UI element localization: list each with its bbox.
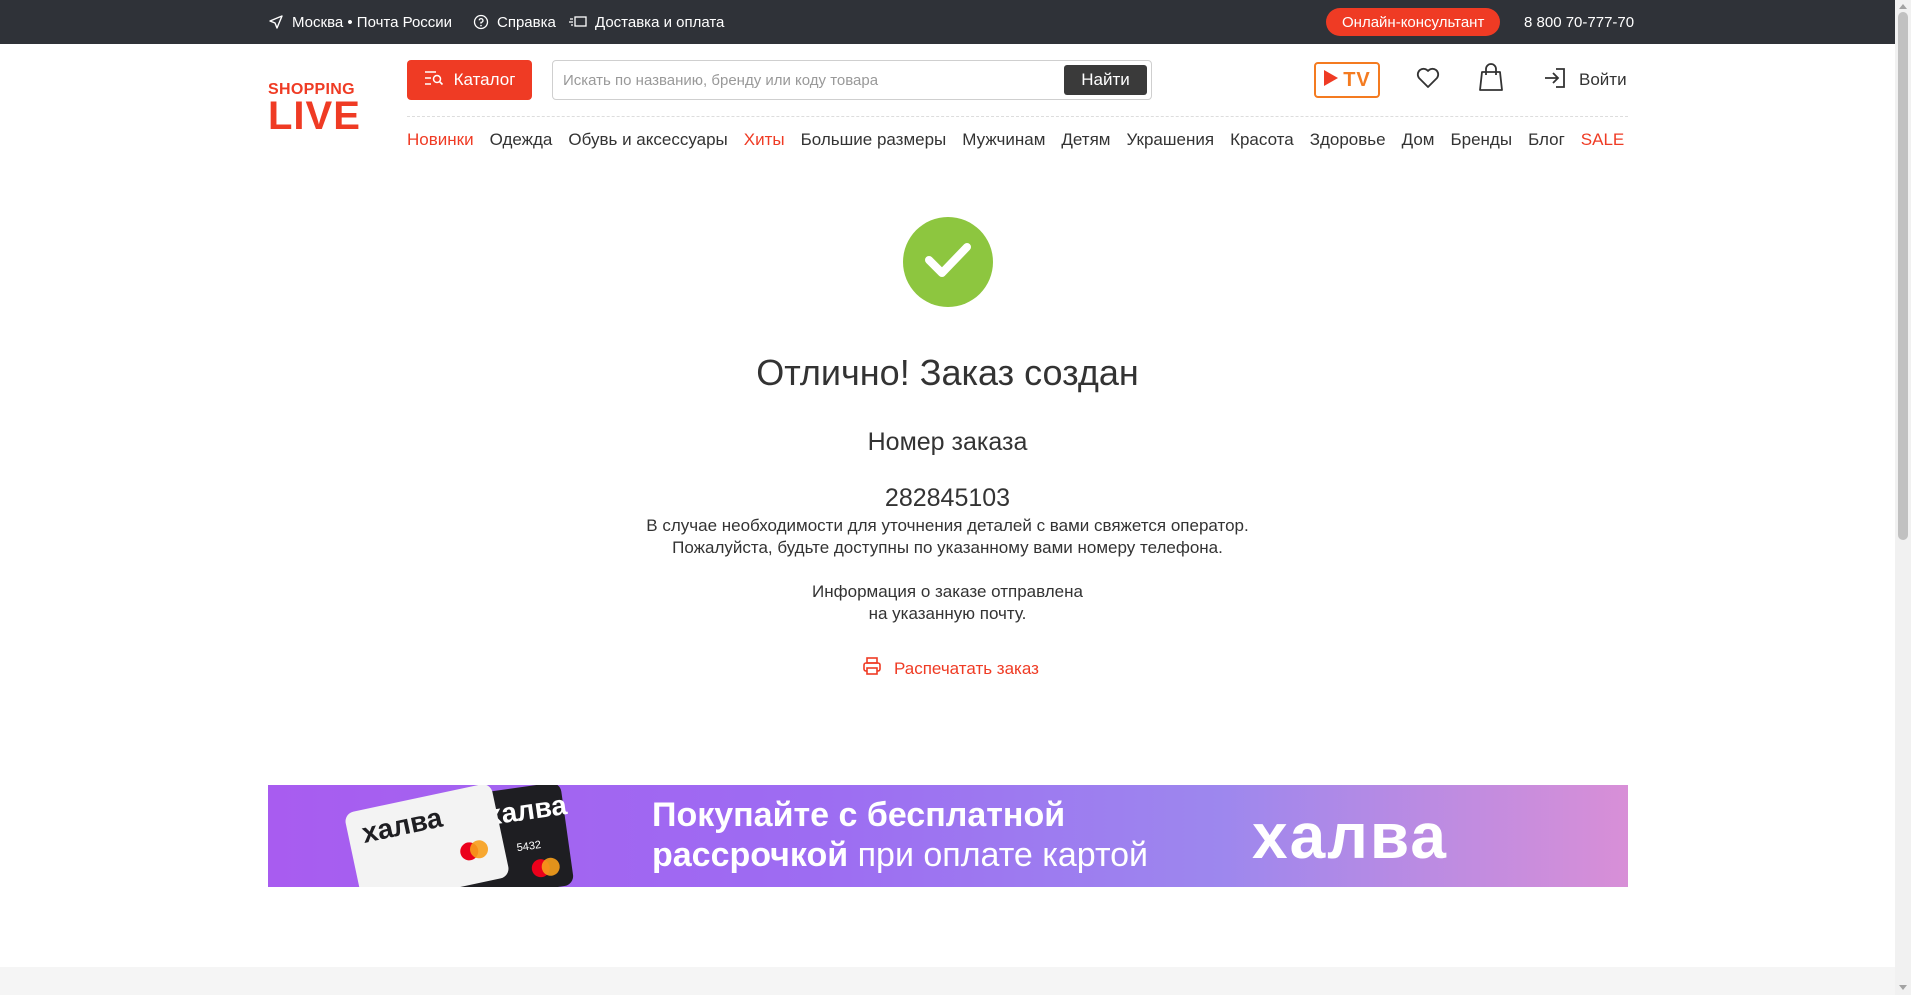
print-order-link[interactable]: Распечатать заказ <box>862 656 1039 681</box>
heart-icon <box>1416 67 1440 94</box>
nav-item-2[interactable]: Обувь и аксессуары <box>568 130 727 150</box>
location-selector[interactable]: Москва • Почта России <box>268 0 452 44</box>
page-title: Отлично! Заказ создан <box>756 352 1139 393</box>
nav-item-3[interactable]: Хиты <box>744 130 785 150</box>
printer-icon <box>862 656 882 681</box>
info-line-1: В случае необходимости для уточнения дет… <box>646 516 1249 535</box>
banner-bold-line1: Покупайте с бесплатной <box>652 796 1066 834</box>
card-brand-text-front: халва <box>359 801 446 849</box>
top-bar: Москва • Почта России Справка Доставка и… <box>0 0 1895 44</box>
help-link[interactable]: Справка <box>473 0 556 44</box>
nav-item-8[interactable]: Красота <box>1230 130 1294 150</box>
order-number-label: Номер заказа <box>867 428 1028 456</box>
halva-promo-banner[interactable]: халва 5432 халва Покупайте с бесплатной … <box>268 785 1628 887</box>
nav-item-6[interactable]: Детям <box>1061 130 1110 150</box>
tv-button[interactable]: TV <box>1314 62 1380 98</box>
halva-brand-logo: халва <box>1252 800 1448 872</box>
banner-bold-line2: рассрочкой <box>652 836 849 874</box>
location-arrow-icon <box>268 14 284 30</box>
help-label: Справка <box>497 13 556 31</box>
online-consultant-button[interactable]: Онлайн-консультант <box>1326 8 1501 36</box>
banner-rest: при оплате картой <box>848 836 1149 874</box>
main-navigation: Новинки Одежда Обувь и аксессуары Хиты Больш… <box>407 130 1624 150</box>
catalog-label: Каталог <box>453 70 516 89</box>
nav-item-11[interactable]: Бренды <box>1450 130 1512 150</box>
success-badge <box>903 217 993 307</box>
info-line-4: на указанную почту. <box>868 604 1027 623</box>
login-button[interactable]: Войти <box>1543 66 1627 94</box>
footer-strip <box>0 967 1895 995</box>
catalog-menu-icon <box>424 70 444 91</box>
header-divider <box>407 116 1628 117</box>
nav-item-10[interactable]: Дом <box>1402 130 1435 150</box>
print-order-label: Распечатать заказ <box>894 658 1039 678</box>
search-box: Найти <box>552 60 1152 100</box>
question-circle-icon <box>473 14 489 30</box>
catalog-button[interactable]: Каталог <box>407 60 532 100</box>
nav-item-5[interactable]: Мужчинам <box>962 130 1045 150</box>
scroll-down-arrow[interactable] <box>1899 985 1907 990</box>
nav-item-9[interactable]: Здоровье <box>1310 130 1386 150</box>
play-icon <box>1323 69 1339 92</box>
shopping-live-logo[interactable]: SHOPPING LIVE <box>268 82 361 138</box>
shopping-bag-icon <box>1479 62 1503 96</box>
nav-item-7[interactable]: Украшения <box>1126 130 1214 150</box>
nav-item-12[interactable]: Блог <box>1528 130 1565 150</box>
page-scrollbar[interactable] <box>1895 0 1911 995</box>
mastercard-icon <box>530 856 561 879</box>
search-button[interactable]: Найти <box>1064 65 1147 95</box>
login-arrow-icon <box>1543 66 1567 95</box>
favorites-button[interactable] <box>1414 66 1442 94</box>
nav-item-0[interactable]: Новинки <box>407 130 474 150</box>
info-line-2: Пожалуйста, будьте доступны по указанном… <box>672 538 1223 557</box>
logo-line2: LIVE <box>268 94 361 138</box>
search-input[interactable] <box>563 61 1063 99</box>
scrollbar-thumb[interactable] <box>1898 12 1908 540</box>
scroll-up-arrow[interactable] <box>1899 4 1907 9</box>
info-line-3: Информация о заказе отправлена <box>812 582 1083 601</box>
delivery-link[interactable]: Доставка и оплата <box>569 0 724 44</box>
truck-icon <box>569 15 587 29</box>
checkmark-icon <box>923 240 973 285</box>
phone-number[interactable]: 8 800 70-777-70 <box>1524 0 1634 44</box>
halva-card-white: халва <box>343 785 511 887</box>
card-number: 5432 <box>515 838 542 855</box>
order-number: 282845103 <box>884 484 1011 512</box>
delivery-label: Доставка и оплата <box>595 13 725 31</box>
banner-promo-text: Покупайте с бесплатной рассрочкой при оп… <box>652 795 1148 875</box>
cart-button[interactable] <box>1477 62 1505 96</box>
nav-item-1[interactable]: Одежда <box>490 130 553 150</box>
tv-label: TV <box>1343 68 1371 91</box>
mastercard-icon <box>458 838 490 863</box>
login-label: Войти <box>1579 70 1627 89</box>
location-label: Москва • Почта России <box>292 13 453 31</box>
nav-item-4[interactable]: Большие размеры <box>801 130 947 150</box>
nav-item-13[interactable]: SALE <box>1581 130 1624 150</box>
